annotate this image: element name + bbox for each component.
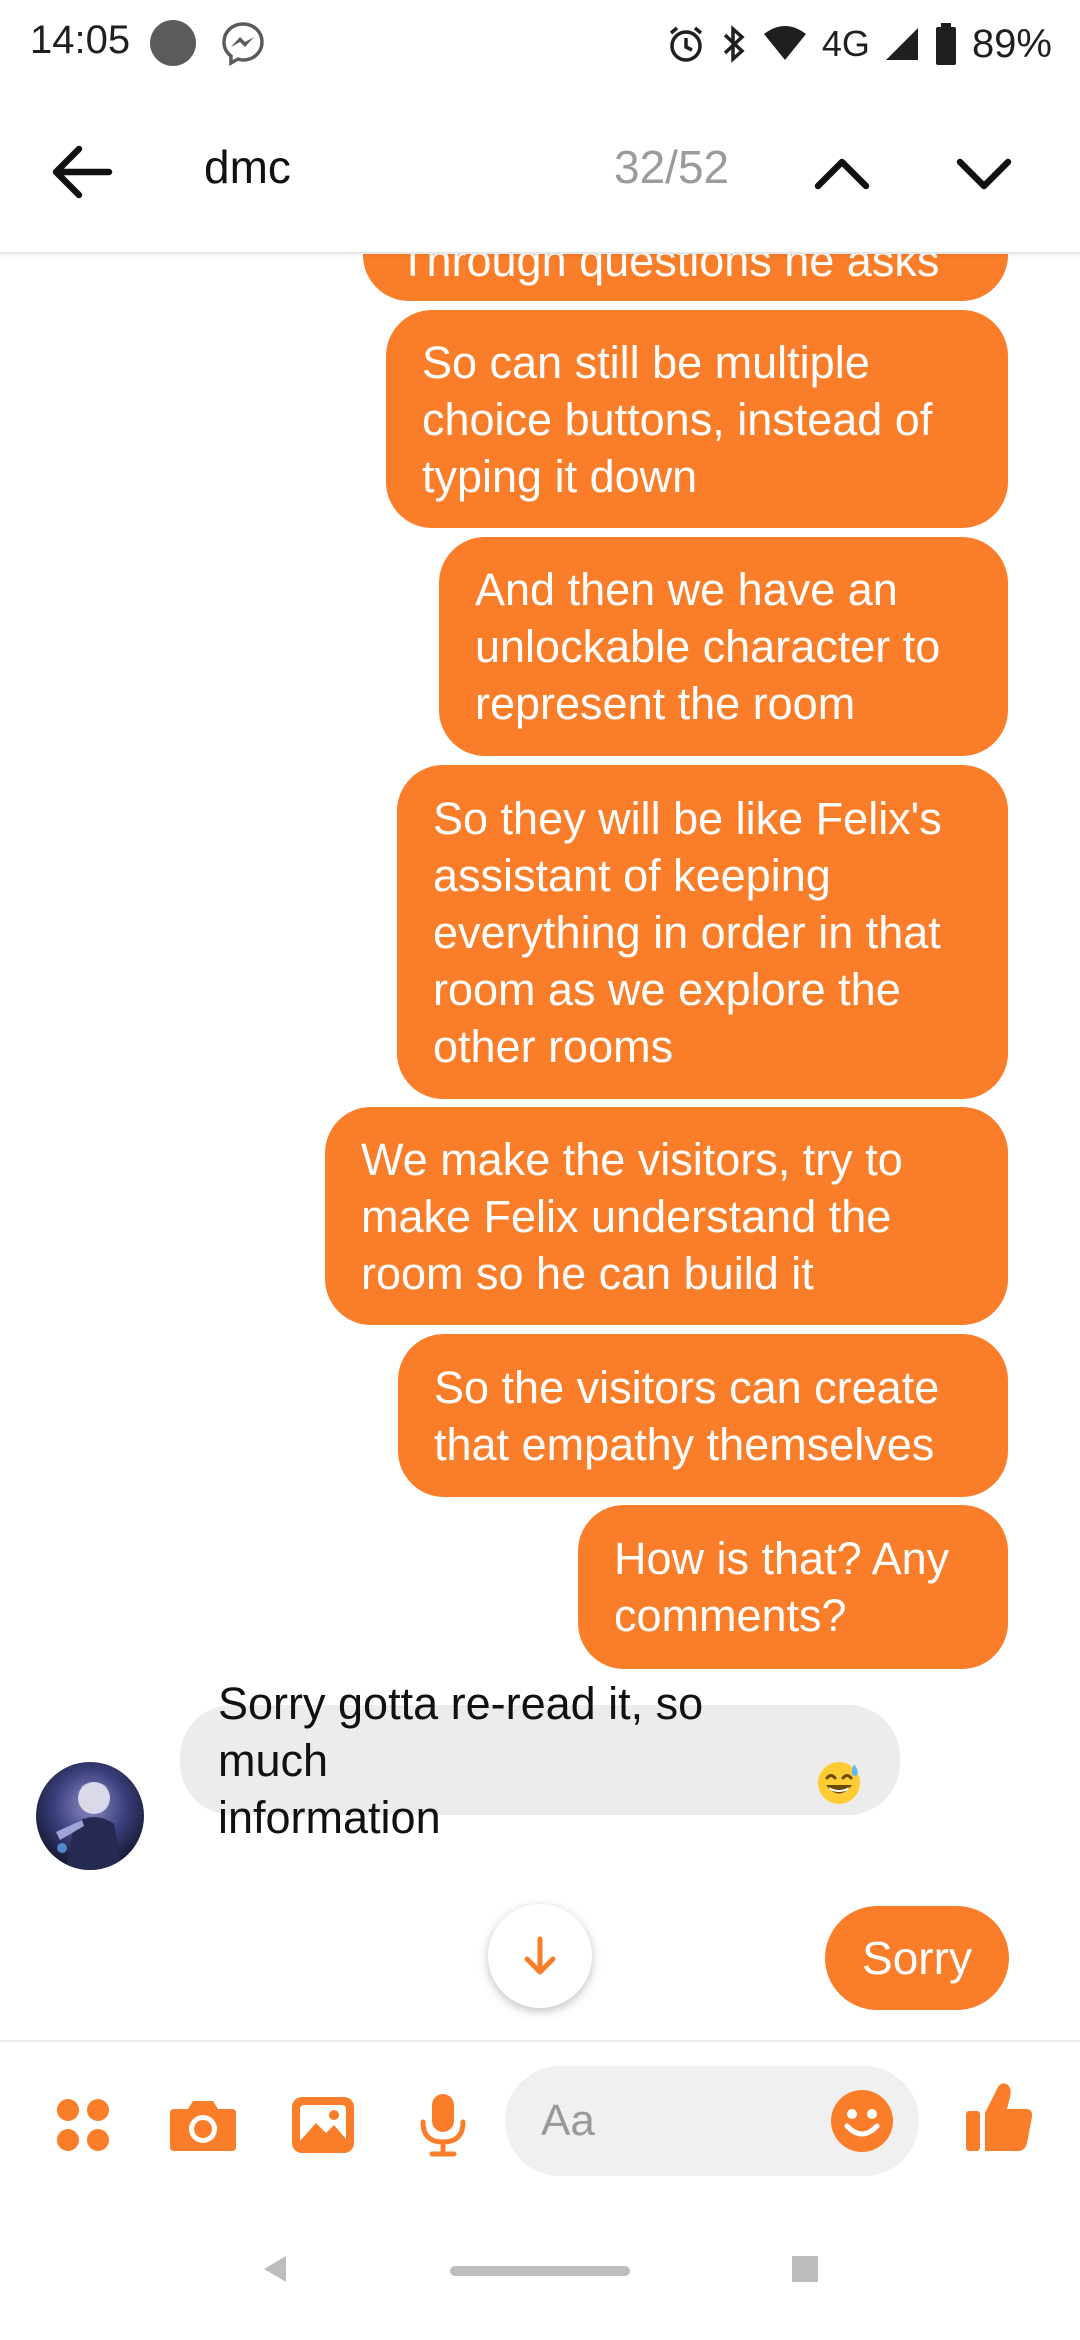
nav-recents-button[interactable] xyxy=(792,2256,818,2282)
message-bubble[interactable]: So the visitors can create that empathy … xyxy=(398,1334,1008,1497)
search-term[interactable]: dmc xyxy=(204,140,291,194)
previous-match-button[interactable] xyxy=(800,132,884,216)
bluetooth-icon xyxy=(720,24,748,64)
grinning-sweat-emoji-icon xyxy=(816,1754,862,1811)
message-bubble[interactable]: Through questions he asks xyxy=(363,254,1008,301)
next-match-button[interactable] xyxy=(942,132,1026,216)
battery-percent: 89% xyxy=(971,21,1052,66)
nav-back-button[interactable] xyxy=(262,2254,288,2289)
notification-dot-icon xyxy=(150,20,196,66)
system-nav-bar xyxy=(0,2200,1080,2340)
conversation[interactable]: Through questions he asks So can still b… xyxy=(0,254,1080,2040)
voice-button[interactable] xyxy=(408,2090,478,2160)
message-text: And then we have an unlockable character… xyxy=(475,564,941,729)
message-input-placeholder: Aa xyxy=(541,2096,595,2145)
message-text: So the visitors can create that empathy … xyxy=(434,1361,940,1470)
alarm-icon xyxy=(666,24,706,64)
search-header: dmc 32/52 xyxy=(0,88,1080,254)
match-count: 32/52 xyxy=(614,141,730,193)
message-text: So can still be multiple choice buttons,… xyxy=(422,336,933,502)
camera-button[interactable] xyxy=(168,2090,238,2160)
cell-signal-icon xyxy=(884,26,920,62)
message-composer: Aa xyxy=(0,2040,1080,2200)
incoming-message-bubble[interactable]: Sorry gotta re-read it, so much informat… xyxy=(180,1678,900,1843)
back-button[interactable] xyxy=(40,130,124,214)
message-text: So they will be like Felix's assistant o… xyxy=(433,792,942,1072)
menu-button[interactable] xyxy=(48,2090,118,2160)
wifi-icon xyxy=(762,24,808,64)
menu-dots-icon xyxy=(57,2099,109,2151)
like-button[interactable] xyxy=(964,2082,1034,2152)
battery-icon xyxy=(934,23,958,65)
emoji-button[interactable] xyxy=(829,2088,895,2154)
back-arrow-icon xyxy=(52,145,113,199)
status-right-group: 4G 89% xyxy=(666,16,1052,72)
chevron-up-icon xyxy=(814,158,870,190)
avatar[interactable] xyxy=(36,1762,144,1870)
nav-home-pill[interactable] xyxy=(450,2266,630,2276)
arrow-down-icon xyxy=(524,1936,556,1975)
triangle-back-icon xyxy=(264,2256,286,2282)
message-bubble[interactable]: And then we have an unlockable character… xyxy=(439,537,1008,756)
gallery-icon xyxy=(292,2097,354,2153)
messenger-icon xyxy=(220,20,266,67)
status-time: 14:05 xyxy=(30,18,131,62)
message-text: How is that? Any comments? xyxy=(614,1533,950,1641)
thumbs-up-icon xyxy=(966,2083,1033,2151)
network-type: 4G xyxy=(821,23,870,64)
camera-icon xyxy=(170,2101,236,2151)
message-bubble[interactable]: We make the visitors, try to make Felix … xyxy=(325,1107,1008,1325)
gallery-button[interactable] xyxy=(288,2090,358,2160)
message-text: Sorry gotta re-read it, so much informat… xyxy=(218,1677,704,1843)
message-input[interactable]: Aa xyxy=(505,2066,919,2176)
message-text: Through questions he asks xyxy=(399,254,940,286)
chevron-down-icon xyxy=(956,158,1012,190)
quick-reply-label: Sorry xyxy=(862,1932,972,1984)
message-bubble[interactable]: So they will be like Felix's assistant o… xyxy=(397,765,1008,1099)
message-bubble[interactable]: How is that? Any comments? xyxy=(578,1505,1008,1669)
status-bar: 14:05 4G 89% xyxy=(0,0,1080,88)
message-bubble[interactable]: So can still be multiple choice buttons,… xyxy=(386,310,1008,528)
quick-reply-button[interactable]: Sorry xyxy=(825,1906,1009,2010)
smiley-icon xyxy=(831,2090,893,2152)
message-text: We make the visitors, try to make Felix … xyxy=(361,1133,903,1299)
scroll-to-bottom-button[interactable] xyxy=(488,1904,592,2008)
microphone-icon xyxy=(420,2094,466,2157)
